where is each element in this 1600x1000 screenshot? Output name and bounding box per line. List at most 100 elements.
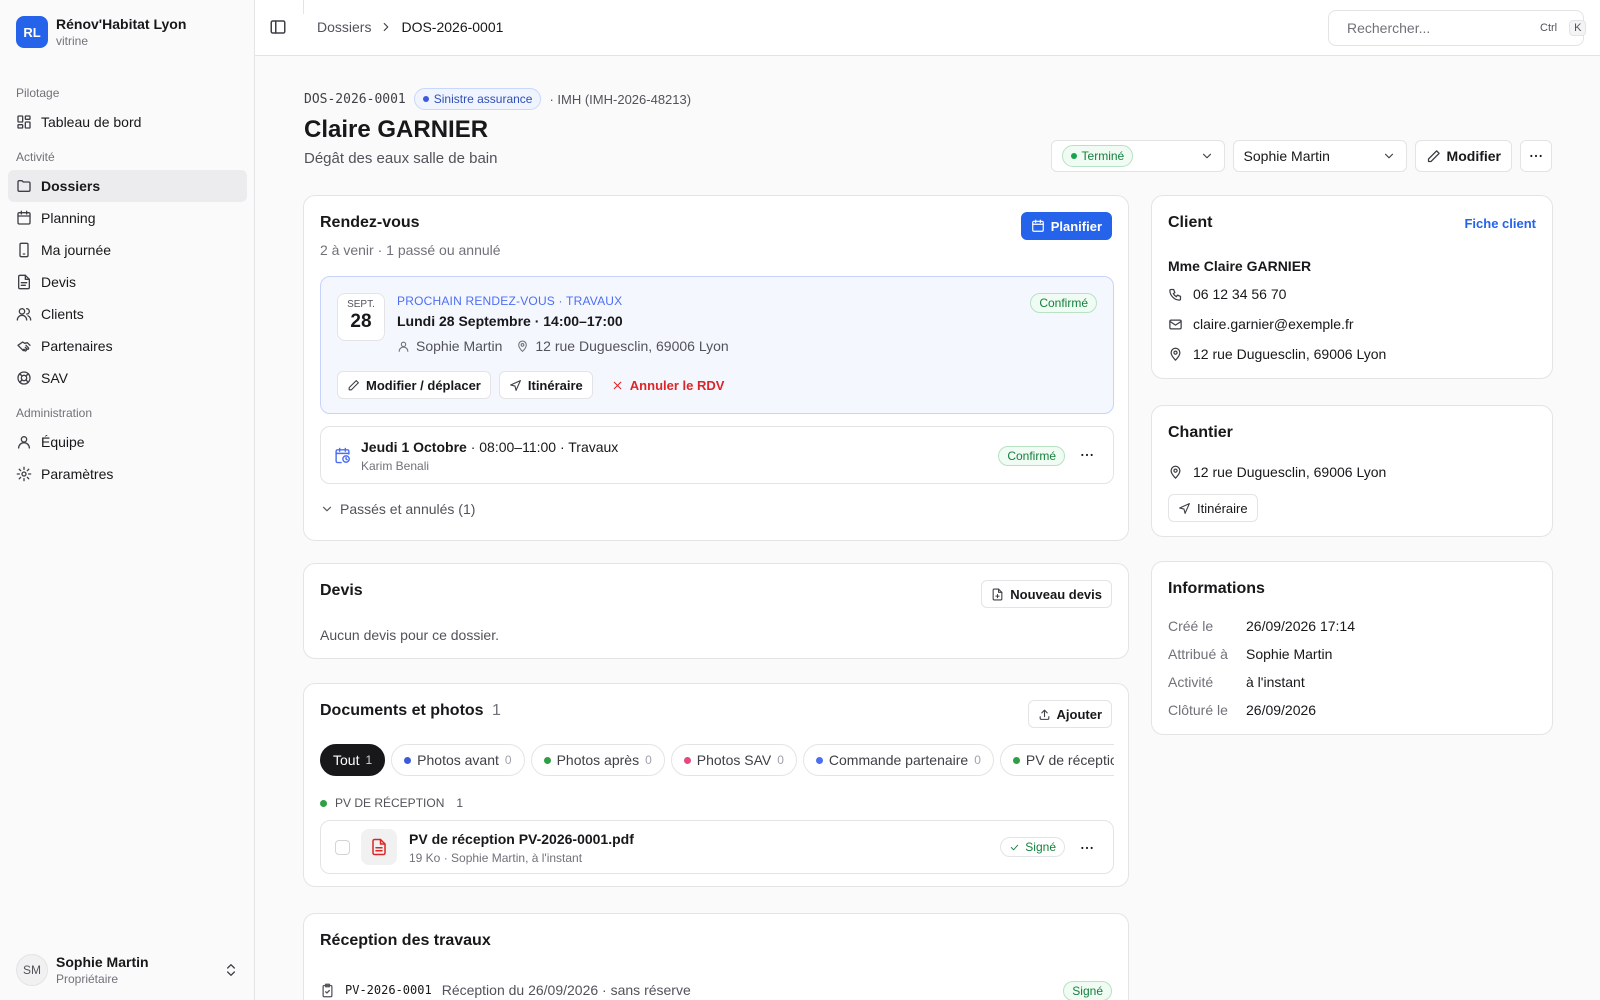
info-value: 26/09/2026 <box>1246 702 1317 718</box>
add-document-label: Ajouter <box>1056 706 1103 722</box>
sidebar-toggle-button[interactable] <box>269 18 287 36</box>
tech-name: Sophie Martin <box>416 338 503 354</box>
site-directions-button[interactable]: Itinéraire <box>1168 494 1258 522</box>
sidebar-item-sav[interactable]: SAV <box>8 362 247 394</box>
site-directions-label: Itinéraire <box>1197 500 1248 516</box>
user-menu[interactable]: SM Sophie Martin Propriétaire <box>16 954 239 986</box>
add-document-button[interactable]: Ajouter <box>1027 700 1112 728</box>
filter-tab-photos-sav[interactable]: Photos SAV 0 <box>670 744 797 776</box>
chevron-down-icon <box>1202 153 1211 159</box>
calendar-clock-icon <box>335 447 350 464</box>
sidebar-item-ma-journee[interactable]: Ma journée <box>8 234 247 266</box>
workspace-logo: RL <box>16 16 48 48</box>
filter-tab-commande-partenaire[interactable]: Commande partenaire 0 <box>802 744 994 776</box>
sidebar-item-equipe[interactable]: Équipe <box>8 426 247 458</box>
sidebar-item-devis[interactable]: Devis <box>8 266 247 298</box>
sidebar-item-label: Devis <box>41 274 77 290</box>
documents-count: 1 <box>492 702 501 719</box>
shortcut-key: K <box>1569 20 1587 36</box>
client-title: Client <box>1168 214 1213 231</box>
filter-tab-all[interactable]: Tout 1 <box>320 744 386 776</box>
sidebar-item-label: Paramètres <box>41 466 114 482</box>
sidebar-item-label: Dossiers <box>41 178 101 194</box>
reception-card: Réception des travaux PV-2026-0001 Récep… <box>303 913 1129 1000</box>
navigation-icon <box>509 379 521 391</box>
lifebuoy-icon <box>17 371 31 385</box>
assignee-value: Sophie Martin <box>1243 148 1330 164</box>
mail-icon <box>1169 319 1182 329</box>
more-horizontal-icon[interactable] <box>1079 447 1095 463</box>
quotes-empty-state: Aucun devis pour ce dossier. <box>320 627 499 643</box>
date-tile: SEPT. 28 <box>337 293 385 341</box>
info-title: Informations <box>1168 580 1265 597</box>
cancel-appointment-button[interactable]: Annuler le RDV <box>601 371 735 399</box>
workspace-switcher[interactable]: RL Rénov'Habitat Lyon vitrine <box>16 16 186 48</box>
document-name[interactable]: PV de réception PV-2026-0001.pdf <box>409 831 634 847</box>
filter-label: PV de réception <box>1025 752 1114 768</box>
edit-case-button[interactable]: Modifier <box>1414 140 1512 172</box>
filter-tab-photos-apres[interactable]: Photos après 0 <box>530 744 665 776</box>
sidebar-item-label: Équipe <box>41 434 85 450</box>
search-input[interactable] <box>1347 20 1528 36</box>
avatar: SM <box>16 954 48 986</box>
documents-title: Documents et photos 1 <box>320 702 501 720</box>
client-address: 12 rue Duguesclin, 69006 Lyon <box>1168 346 1386 362</box>
case-type-label: Sinistre assurance <box>433 92 533 106</box>
client-profile-link[interactable]: Fiche client <box>1464 216 1536 231</box>
more-actions-button[interactable] <box>1520 140 1552 172</box>
next-appointment-time: Lundi 28 Septembre · 14:00–17:00 <box>397 313 623 329</box>
client-card: Client Fiche client Mme Claire GARNIER 0… <box>1151 195 1553 379</box>
sidebar-item-parametres[interactable]: Paramètres <box>8 458 247 490</box>
search-box[interactable]: Ctrl K <box>1328 10 1587 46</box>
assignee-select[interactable]: Sophie Martin <box>1232 140 1407 172</box>
site-title: Chantier <box>1168 424 1233 441</box>
document-checkbox[interactable] <box>335 840 350 855</box>
sidebar-item-clients[interactable]: Clients <box>8 298 247 330</box>
phone-call-icon <box>1169 288 1182 301</box>
status-select[interactable]: Terminé <box>1050 140 1225 172</box>
past-appointments-toggle[interactable]: Passés et annulés (1) <box>320 501 475 517</box>
sidebar-item-planning[interactable]: Planning <box>8 202 247 234</box>
new-quote-label: Nouveau devis <box>1010 586 1102 602</box>
schedule-button[interactable]: Planifier <box>1020 212 1112 240</box>
appointment-row[interactable]: Jeudi 1 Octobre · 08:00–11:00 · Travaux … <box>320 426 1114 484</box>
sidebar-nav: Pilotage Tableau de bord Activité Dossie… <box>8 74 247 490</box>
more-horizontal-icon[interactable] <box>1079 840 1095 856</box>
reschedule-label: Modifier / déplacer <box>366 377 481 393</box>
category-dot <box>543 756 551 764</box>
sidebar-item-tableau-de-bord[interactable]: Tableau de bord <box>8 106 247 138</box>
new-quote-button[interactable]: Nouveau devis <box>981 580 1112 608</box>
directions-button[interactable]: Itinéraire <box>498 371 593 399</box>
sidebar-item-label: Partenaires <box>41 338 113 354</box>
cancel-appointment-label: Annuler le RDV <box>629 377 725 393</box>
reception-ref: PV-2026-0001 <box>345 983 432 997</box>
document-row[interactable]: PV de réception PV-2026-0001.pdf 19 Ko ·… <box>320 820 1114 874</box>
next-appointment-actions: Modifier / déplacer Itinéraire Annuler l… <box>337 371 734 399</box>
directions-label: Itinéraire <box>527 377 583 393</box>
quotes-title: Devis <box>320 582 363 599</box>
filter-label: Photos après <box>556 752 640 768</box>
status-badge: Confirmé <box>1030 293 1097 313</box>
info-key: Clôturé le <box>1168 702 1228 718</box>
client-email[interactable]: claire.garnier@exemple.fr <box>1168 316 1354 332</box>
pdf-file-icon <box>372 838 386 856</box>
chevron-right-icon <box>384 22 389 32</box>
reschedule-button[interactable]: Modifier / déplacer <box>337 371 491 399</box>
breadcrumb-link-dossiers[interactable]: Dossiers <box>317 19 371 35</box>
client-phone-text: 06 12 34 56 70 <box>1193 286 1287 302</box>
info-row: Clôturé le 26/09/2026 <box>1168 696 1538 724</box>
filter-label: Photos SAV <box>696 752 772 768</box>
filter-tab-pv-reception[interactable]: PV de réception1 <box>999 744 1114 776</box>
reception-row[interactable]: PV-2026-0001 Réception du 26/09/2026 · s… <box>320 982 691 998</box>
workspace-subtitle: vitrine <box>56 34 89 48</box>
edit-case-label: Modifier <box>1446 148 1501 164</box>
filter-tab-photos-avant[interactable]: Photos avant 0 <box>391 744 525 776</box>
sidebar-item-dossiers[interactable]: Dossiers <box>8 170 247 202</box>
pencil-icon <box>1427 149 1440 162</box>
sidebar-item-partenaires[interactable]: Partenaires <box>8 330 247 362</box>
section-count: 1 <box>456 796 464 810</box>
past-appointments-label: Passés et annulés (1) <box>340 501 476 517</box>
calendar-icon <box>1031 219 1044 232</box>
client-phone[interactable]: 06 12 34 56 70 <box>1168 286 1286 302</box>
category-dot <box>404 756 412 764</box>
